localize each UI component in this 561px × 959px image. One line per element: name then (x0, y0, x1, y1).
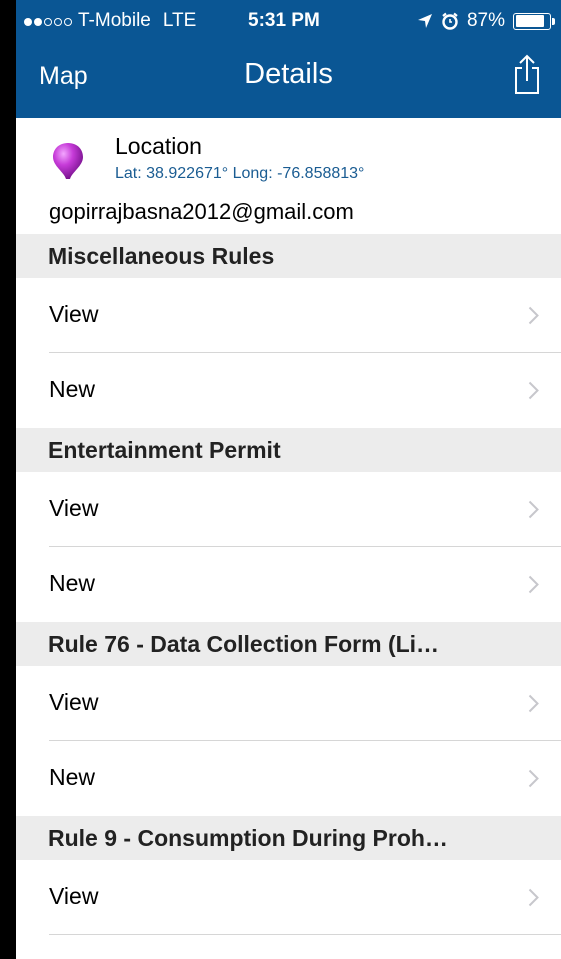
row-label: View (49, 883, 99, 909)
battery-icon (513, 12, 555, 30)
chevron-right-icon (528, 381, 539, 400)
signal-dot (24, 18, 32, 26)
nav-bar: Map Details (16, 42, 561, 118)
status-bar: T-Mobile LTE 5:31 PM 87% (16, 0, 561, 42)
rule-9-view-row[interactable]: View (16, 860, 561, 935)
map-pin-icon (53, 143, 83, 179)
rule-76-view-row[interactable]: View (16, 666, 561, 741)
location-title: Location (115, 133, 202, 159)
row-label: New (49, 570, 96, 596)
header: T-Mobile LTE 5:31 PM 87% Map Details (16, 0, 561, 118)
network-type: LTE (162, 10, 197, 31)
status-time: 5:31 PM (248, 10, 320, 31)
signal-dot (34, 18, 42, 26)
signal-dot (64, 18, 72, 26)
rule-76-new-row[interactable]: New (16, 741, 561, 816)
location-coordinates: Lat: 38.922671° Long: -76.858813° (115, 165, 365, 182)
row-divider (49, 934, 561, 935)
page-title: Details (244, 58, 333, 90)
chevron-right-icon (528, 306, 539, 325)
chevron-right-icon (528, 694, 539, 713)
chevron-right-icon (528, 769, 539, 788)
alarm-icon (442, 12, 458, 30)
battery-tip (552, 17, 555, 25)
email-address: gopirrajbasna2012@gmail.com (49, 199, 354, 224)
battery-level-fill (515, 15, 545, 27)
battery-percent: 87% (466, 10, 505, 31)
section-header: Miscellaneous Rules (16, 234, 561, 278)
signal-strength-icon (24, 10, 74, 32)
row-label: View (49, 495, 99, 521)
phone-screen: T-Mobile LTE 5:31 PM 87% Map Details Loc… (16, 0, 561, 959)
entertainment-permit-view-row[interactable]: View (16, 472, 561, 547)
signal-dot (44, 18, 52, 26)
row-label: View (49, 689, 99, 715)
chevron-right-icon (528, 500, 539, 519)
status-left: T-Mobile LTE (24, 10, 196, 32)
miscellaneous-rules-view-row[interactable]: View (16, 278, 561, 353)
signal-dot (54, 18, 62, 26)
location-arrow-icon (417, 14, 432, 28)
section-header: Rule 76 - Data Collection Form (Li… (16, 622, 561, 666)
carrier-name: T-Mobile (78, 10, 151, 31)
miscellaneous-rules-new-row[interactable]: New (16, 353, 561, 428)
section-header: Entertainment Permit (16, 428, 561, 472)
share-icon[interactable] (513, 54, 541, 96)
chevron-right-icon (528, 575, 539, 594)
row-label: View (49, 301, 99, 327)
chevron-right-icon (528, 888, 539, 907)
section-header: Rule 9 - Consumption During Proh… (16, 816, 561, 860)
entertainment-permit-new-row[interactable]: New (16, 547, 561, 622)
status-right: 87% (417, 10, 555, 32)
row-label: New (49, 764, 96, 790)
location-block: Location Lat: 38.922671° Long: -76.85881… (16, 118, 561, 234)
row-label: New (49, 376, 96, 402)
